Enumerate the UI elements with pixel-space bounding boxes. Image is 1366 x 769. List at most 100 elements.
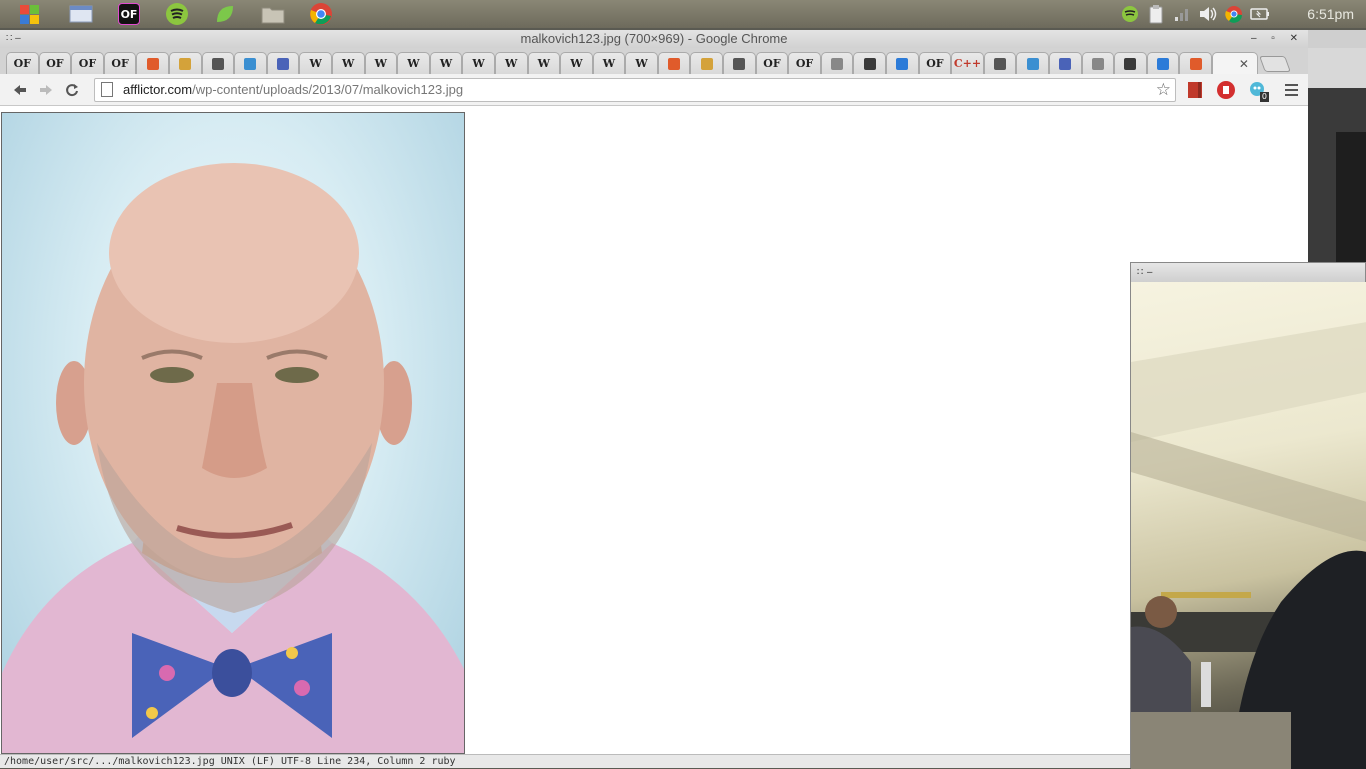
- tab-favicon-icon: [863, 57, 876, 70]
- browser-tab[interactable]: W: [331, 52, 365, 74]
- adblock-icon[interactable]: [1214, 78, 1238, 102]
- tab-favicon-label: W: [570, 57, 583, 70]
- browser-tab[interactable]: [723, 52, 756, 74]
- browser-tab[interactable]: W: [592, 52, 626, 74]
- battery-icon[interactable]: [1250, 4, 1270, 24]
- bookmark-extension-icon[interactable]: [1183, 78, 1207, 102]
- tab-favicon-label: W: [407, 57, 420, 70]
- browser-tab[interactable]: [1049, 52, 1082, 74]
- clipboard-icon[interactable]: [1146, 4, 1166, 24]
- tab-favicon-label: OF: [111, 57, 129, 70]
- tab-favicon-label: OF: [13, 57, 31, 70]
- browser-tab[interactable]: OF: [6, 52, 39, 74]
- extension-badge-icon[interactable]: 0: [1245, 78, 1269, 102]
- browser-tab[interactable]: OF: [38, 52, 72, 74]
- clock[interactable]: 6:51pm: [1307, 6, 1354, 22]
- window-menu-grip[interactable]: ∷ ‒: [6, 30, 21, 48]
- browser-tab[interactable]: W: [560, 52, 593, 74]
- page-icon: [101, 82, 113, 97]
- chrome-icon[interactable]: [306, 2, 336, 26]
- chrome-tray-icon[interactable]: [1224, 4, 1244, 24]
- spotify-tray-icon[interactable]: [1120, 4, 1140, 24]
- tab-favicon-icon: [1124, 57, 1137, 70]
- extension-badge-count: 0: [1259, 91, 1269, 102]
- browser-tab[interactable]: OF: [755, 52, 789, 74]
- openframeworks-icon[interactable]: OF: [114, 2, 144, 26]
- tab-favicon-label: W: [439, 57, 453, 70]
- page-viewport: [0, 111, 1308, 755]
- browser-tab[interactable]: W: [299, 52, 332, 74]
- browser-tab[interactable]: [136, 52, 169, 74]
- window-switcher-icon[interactable]: [66, 2, 96, 26]
- browser-tab[interactable]: W: [429, 52, 463, 74]
- browser-tab[interactable]: OF: [103, 52, 137, 74]
- chrome-window: ∷ ‒ malkovich123.jpg (700×969) - Google …: [0, 30, 1308, 768]
- leaf-app-icon[interactable]: [210, 2, 240, 26]
- browser-tab[interactable]: [168, 52, 202, 74]
- browser-tab[interactable]: OF: [788, 52, 821, 74]
- tab-favicon-label: W: [505, 57, 518, 70]
- reload-icon: [66, 83, 78, 96]
- active-tab[interactable]: ✕: [1211, 52, 1258, 74]
- browser-tab[interactable]: W: [397, 52, 430, 74]
- tab-favicon-label: OF: [763, 57, 781, 70]
- browser-tab[interactable]: W: [527, 52, 561, 74]
- applications-menu-icon[interactable]: [14, 2, 44, 26]
- video-chat-window[interactable]: ∷ ‒: [1130, 262, 1366, 769]
- volume-icon[interactable]: [1198, 4, 1218, 24]
- close-tab-icon[interactable]: ✕: [1239, 57, 1249, 71]
- tab-favicon-label: W: [537, 57, 550, 70]
- browser-tab[interactable]: OF: [71, 52, 104, 74]
- bookmark-star-icon[interactable]: ☆: [1156, 80, 1171, 100]
- tab-favicon-icon: [831, 57, 844, 70]
- browser-tab[interactable]: [1114, 52, 1147, 74]
- window-titlebar[interactable]: ∷ ‒ malkovich123.jpg (700×969) - Google …: [0, 30, 1308, 48]
- browser-tab[interactable]: [853, 52, 887, 74]
- webcam-scene: [1131, 322, 1366, 769]
- network-signal-icon[interactable]: [1172, 4, 1192, 24]
- browser-tab[interactable]: [201, 52, 235, 74]
- tab-favicon-label: OF: [795, 57, 814, 70]
- tab-favicon-label: W: [342, 57, 355, 70]
- forward-arrow-icon: [40, 84, 52, 95]
- tab-favicon-icon: [1026, 57, 1039, 70]
- address-bar[interactable]: afflictor.com/wp-content/uploads/2013/07…: [94, 77, 1176, 102]
- browser-tab[interactable]: [983, 52, 1017, 74]
- browser-tab[interactable]: [1179, 52, 1212, 74]
- browser-tab[interactable]: [690, 52, 724, 74]
- browser-tab[interactable]: [1016, 52, 1049, 74]
- webcam-feed: [1131, 282, 1366, 769]
- browser-tab[interactable]: C++: [951, 52, 984, 74]
- browser-tab[interactable]: W: [364, 52, 398, 74]
- browser-tab[interactable]: OF: [918, 52, 952, 74]
- url-domain: afflictor.com: [123, 82, 193, 97]
- tab-favicon-icon: [244, 57, 257, 70]
- browser-tab[interactable]: W: [462, 52, 495, 74]
- browser-tab[interactable]: W: [625, 52, 658, 74]
- back-button[interactable]: [8, 79, 32, 101]
- browser-tab[interactable]: [886, 52, 919, 74]
- spotify-icon[interactable]: [162, 2, 192, 26]
- tab-favicon-icon: [211, 57, 224, 70]
- tab-favicon-label: W: [374, 57, 387, 70]
- forward-button[interactable]: [34, 79, 58, 101]
- tab-favicon-icon: [700, 57, 713, 70]
- tab-favicon-icon: [146, 57, 159, 70]
- browser-tab[interactable]: [1081, 52, 1115, 74]
- window-controls[interactable]: ‒ ▫ ✕: [1251, 30, 1304, 48]
- new-tab-button[interactable]: [1259, 56, 1291, 72]
- browser-toolbar: afflictor.com/wp-content/uploads/2013/07…: [0, 74, 1308, 106]
- tab-favicon-icon: [994, 57, 1007, 70]
- portrait-image[interactable]: [1, 112, 465, 754]
- video-window-titlebar[interactable]: ∷ ‒: [1131, 263, 1365, 282]
- browser-tab[interactable]: [820, 52, 854, 74]
- browser-tab[interactable]: W: [494, 52, 528, 74]
- browser-tab[interactable]: [266, 52, 300, 74]
- browser-tab[interactable]: [234, 52, 267, 74]
- folder-icon[interactable]: [258, 2, 288, 26]
- browser-tab[interactable]: [1146, 52, 1180, 74]
- tab-favicon-label: W: [309, 57, 322, 70]
- browser-tab[interactable]: [657, 52, 691, 74]
- chrome-menu-button[interactable]: [1279, 78, 1303, 102]
- reload-button[interactable]: [60, 79, 84, 101]
